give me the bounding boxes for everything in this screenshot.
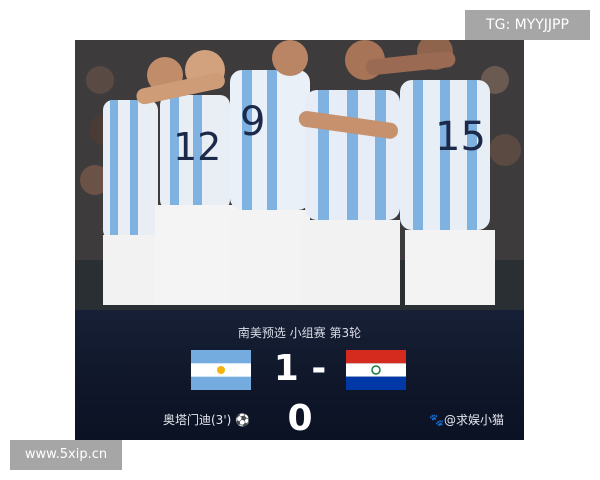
svg-text:12: 12 (173, 125, 221, 169)
match-score: 1 - 0 (273, 348, 327, 439)
competition-title: 南美预选 小组赛 第3轮 (237, 326, 362, 340)
goal-scorer: 奥塔门迪(3') ⚽ (163, 413, 251, 427)
paraguay-flag-icon (346, 350, 406, 390)
telegram-watermark: TG: MYYJJPP (465, 10, 590, 40)
score-panel: 南美预选 小组赛 第3轮 1 - 0 奥塔门迪(3') ⚽ 🐾@求娱小猫 (75, 310, 524, 440)
svg-text:15: 15 (435, 114, 486, 160)
svg-text:9: 9 (240, 99, 265, 145)
celebration-photo: 12 9 15 (75, 40, 524, 310)
source-credit: 🐾@求娱小猫 (429, 413, 504, 427)
argentina-flag-icon (191, 350, 251, 390)
players-illustration: 12 9 15 (75, 40, 524, 310)
site-watermark: www.5xip.cn (10, 440, 122, 470)
match-card: 12 9 15 南美预选 小组赛 第3轮 1 - 0 奥塔门迪(3') ⚽ 🐾@… (75, 40, 524, 440)
